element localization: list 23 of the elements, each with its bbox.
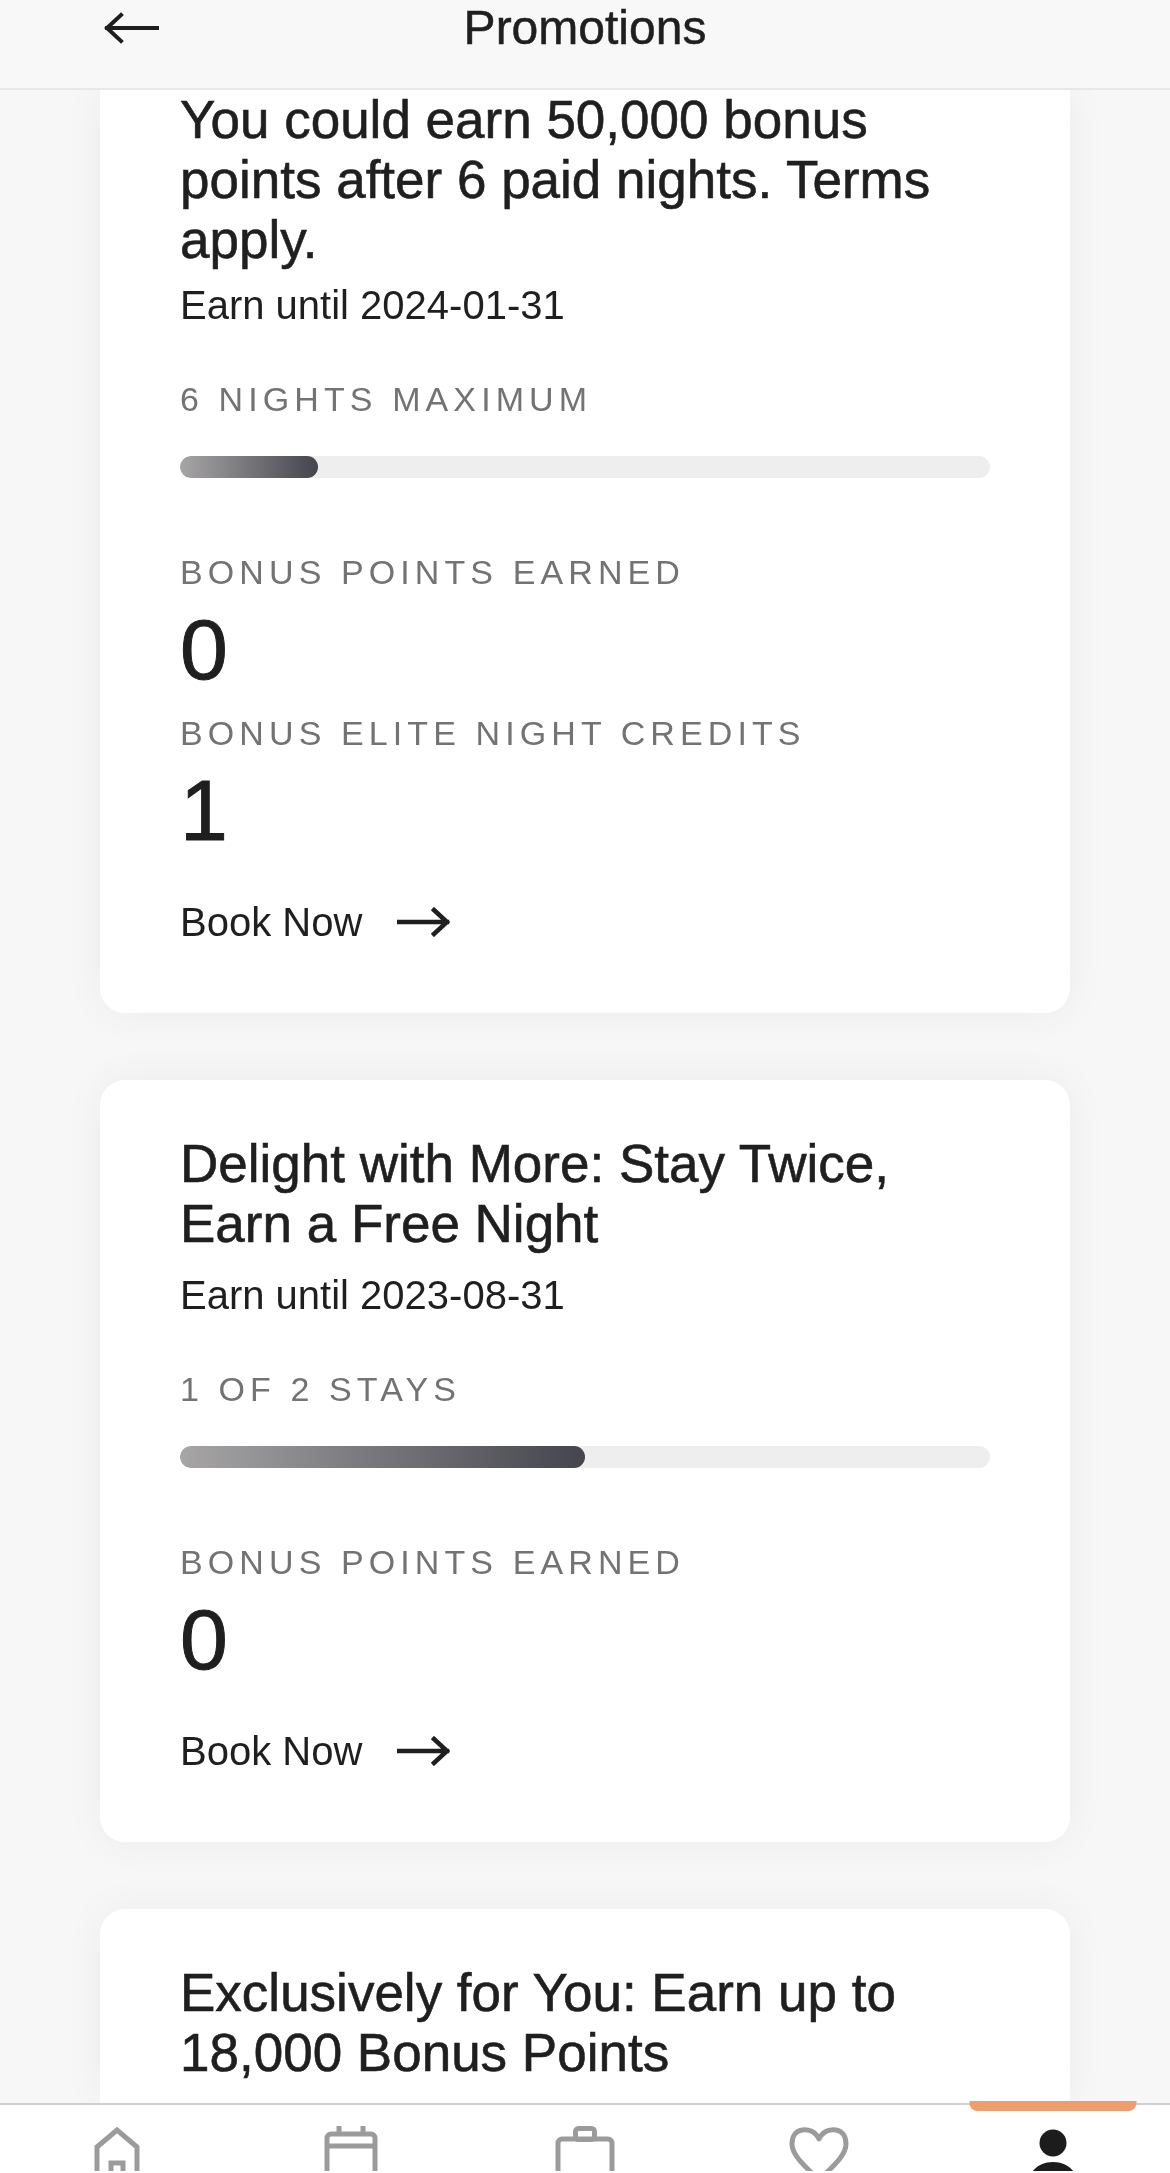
arrow-right-icon (397, 907, 452, 937)
promotion-title: Delight with More: Stay Twice, Earn a Free Night (180, 1134, 890, 1254)
progress-label: 6 NIGHTS MAXIMUM (180, 379, 594, 419)
progress-label: 1 OF 2 STAYS (180, 1369, 462, 1409)
stat-label: BONUS POINTS EARNED (180, 552, 686, 592)
stat-label: BONUS ELITE NIGHT CREDITS (180, 713, 807, 753)
earn-until-text: Earn until 2024-01-31 (180, 282, 566, 329)
home-icon (92, 2126, 142, 2171)
earn-until-text: Earn until 2023-08-31 (180, 1272, 566, 1319)
stat-label: BONUS POINTS EARNED (180, 1542, 686, 1582)
stat-value: 0 (180, 604, 229, 694)
stat-value: 1 (180, 765, 229, 855)
arrow-right-icon (397, 1736, 452, 1766)
promotion-title: Exclusively for You: Earn up to 18,000 Bonus Points (180, 1963, 897, 2083)
promotion-title: You could earn 50,000 bonus points after 6 paid nights. Terms apply. (180, 90, 932, 270)
page-title: Promotions (463, 0, 707, 56)
suitcase-icon (555, 2126, 615, 2171)
arrow-left-icon (103, 12, 159, 44)
calendar-icon (324, 2126, 378, 2171)
heart-icon (789, 2126, 849, 2171)
book-now-link[interactable]: Book Now (180, 897, 452, 947)
stat-value: 0 (180, 1594, 229, 1684)
book-now-link[interactable]: Book Now (180, 1726, 452, 1776)
